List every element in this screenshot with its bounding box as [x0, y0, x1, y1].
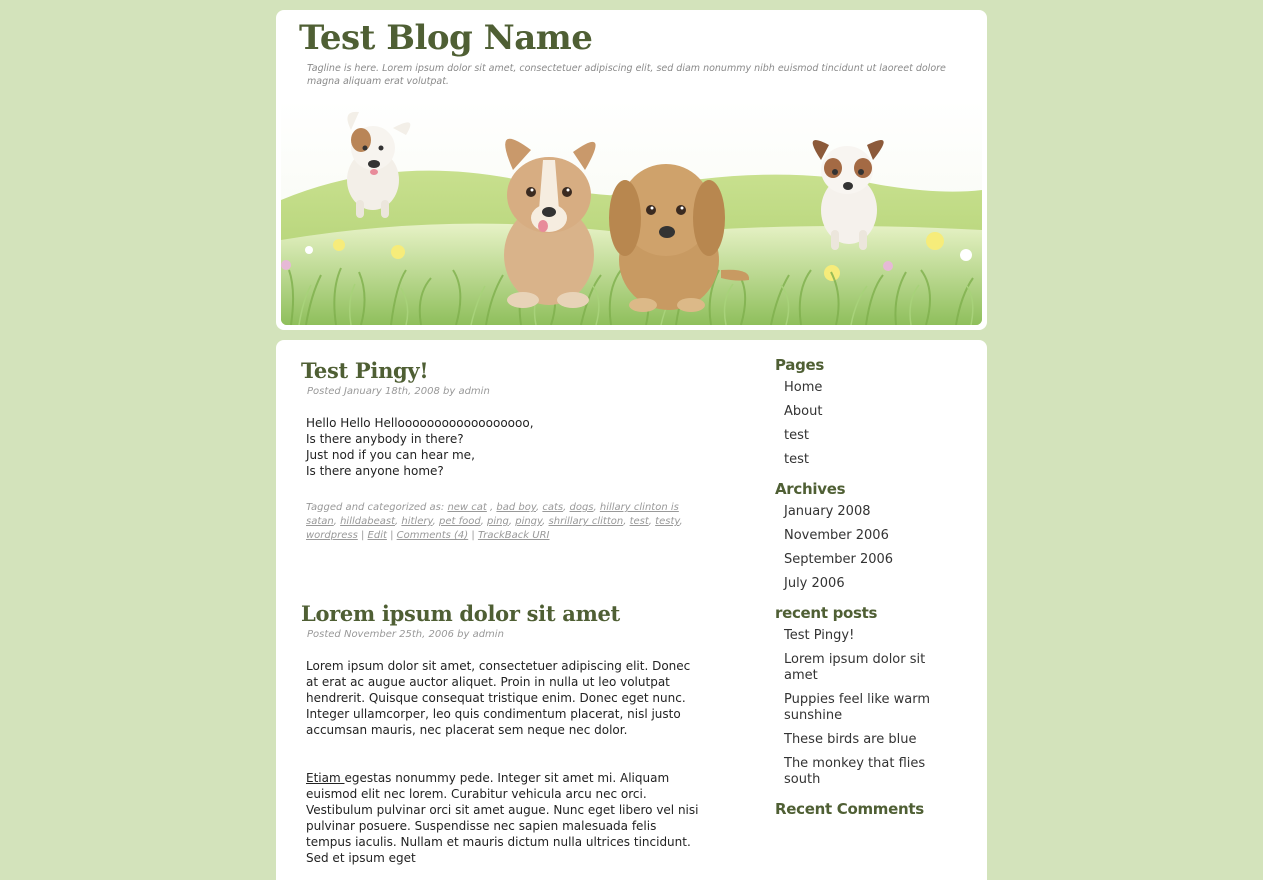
- post-line: Hello Hello Helloooooooooooooooooo,: [306, 416, 534, 430]
- page-link-item: About: [784, 404, 975, 420]
- tag-link[interactable]: cats: [542, 502, 563, 513]
- page-link[interactable]: test: [784, 428, 809, 443]
- tag-link[interactable]: testy: [655, 516, 679, 527]
- tag-link[interactable]: dogs: [569, 502, 593, 513]
- archive-link[interactable]: September 2006: [784, 552, 893, 567]
- archives-widget: Archives January 2008 November 2006 Sept…: [775, 480, 975, 592]
- archive-link[interactable]: November 2006: [784, 528, 889, 543]
- post-meta: Posted November 25th, 2006 by admin: [307, 629, 504, 640]
- tag-link[interactable]: new cat: [447, 502, 486, 513]
- recent-post-item: Lorem ipsum dolor sit amet: [784, 652, 944, 684]
- main-content-area: Test Pingy! Posted January 18th, 2008 by…: [276, 340, 987, 880]
- comments-link[interactable]: Comments (4): [397, 530, 469, 541]
- sidebar: Pages Home About test test Archives Janu…: [775, 356, 975, 830]
- tag-link[interactable]: ping: [487, 516, 509, 527]
- tag-link[interactable]: test: [630, 516, 649, 527]
- tag-link[interactable]: wordpress: [306, 530, 358, 541]
- blog-tagline: Tagline is here. Lorem ipsum dolor sit a…: [307, 63, 946, 87]
- tag-link[interactable]: hitlery: [401, 516, 432, 527]
- tags-prefix: Tagged and categorized as:: [306, 502, 445, 513]
- page-link[interactable]: test: [784, 452, 809, 467]
- post-paragraph-text: egestas nonummy pede. Integer sit amet m…: [306, 771, 699, 865]
- post: Lorem ipsum dolor sit amet Posted Novemb…: [301, 601, 706, 866]
- archive-link[interactable]: January 2008: [784, 504, 871, 519]
- page-link-item: test: [784, 428, 975, 444]
- page-link-item: Home: [784, 380, 975, 396]
- widget-heading: Archives: [775, 480, 846, 498]
- post-tags: Tagged and categorized as: new cat , bad…: [306, 502, 683, 541]
- post-title[interactable]: Test Pingy!: [301, 358, 706, 383]
- widget-heading: recent posts: [775, 604, 878, 622]
- post-inline-link[interactable]: Etiam: [306, 771, 344, 785]
- tag-link[interactable]: pingy: [515, 516, 542, 527]
- archive-item: January 2008: [784, 504, 975, 520]
- post-title[interactable]: Lorem ipsum dolor sit amet: [301, 601, 706, 626]
- recent-post-link[interactable]: These birds are blue: [784, 732, 916, 747]
- page-link[interactable]: Home: [784, 380, 822, 395]
- post-meta: Posted January 18th, 2008 by admin: [307, 386, 490, 397]
- post-line: Just nod if you can hear me,: [306, 448, 475, 462]
- recent-comments-widget: Recent Comments: [775, 800, 975, 818]
- tag-link[interactable]: shrillary clitton: [549, 516, 624, 527]
- tag-link[interactable]: hilldabeast: [340, 516, 395, 527]
- page-link-item: test: [784, 452, 975, 468]
- header-banner-illustration: [281, 100, 982, 325]
- recent-post-item: The monkey that flies south: [784, 756, 944, 788]
- blog-header: Test Blog Name Tagline is here. Lorem ip…: [276, 10, 987, 330]
- recent-post-link[interactable]: Puppies feel like warm sunshine: [784, 692, 930, 723]
- pages-widget: Pages Home About test test: [775, 356, 975, 468]
- edit-link[interactable]: Edit: [368, 530, 387, 541]
- page-link[interactable]: About: [784, 404, 822, 419]
- recent-post-item: Test Pingy!: [784, 628, 944, 644]
- post-paragraph: Etiam egestas nonummy pede. Integer sit …: [306, 770, 704, 866]
- post-paragraph: Lorem ipsum dolor sit amet, consectetuer…: [306, 659, 691, 737]
- tag-link[interactable]: bad boy: [496, 502, 536, 513]
- archive-item: July 2006: [784, 576, 975, 592]
- tag-link[interactable]: pet food: [439, 516, 481, 527]
- recent-post-link[interactable]: Test Pingy!: [784, 628, 854, 643]
- post-body: Lorem ipsum dolor sit amet, consectetuer…: [306, 658, 704, 866]
- archive-link[interactable]: July 2006: [784, 576, 845, 591]
- recent-post-link[interactable]: Lorem ipsum dolor sit amet: [784, 652, 925, 683]
- widget-heading: Recent Comments: [775, 800, 924, 818]
- recent-post-item: These birds are blue: [784, 732, 944, 748]
- post-line: Is there anybody in there?: [306, 432, 464, 446]
- post: Test Pingy! Posted January 18th, 2008 by…: [301, 358, 706, 543]
- recent-posts-widget: recent posts Test Pingy! Lorem ipsum dol…: [775, 604, 975, 788]
- trackback-link[interactable]: TrackBack URI: [478, 530, 550, 541]
- widget-heading: Pages: [775, 356, 825, 374]
- post-line: Is there anyone home?: [306, 464, 444, 478]
- blog-title[interactable]: Test Blog Name: [299, 18, 593, 58]
- recent-post-link[interactable]: The monkey that flies south: [784, 756, 925, 787]
- post-body: Hello Hello Helloooooooooooooooooo, Is t…: [306, 415, 706, 479]
- archive-item: September 2006: [784, 552, 975, 568]
- recent-post-item: Puppies feel like warm sunshine: [784, 692, 944, 724]
- archive-item: November 2006: [784, 528, 975, 544]
